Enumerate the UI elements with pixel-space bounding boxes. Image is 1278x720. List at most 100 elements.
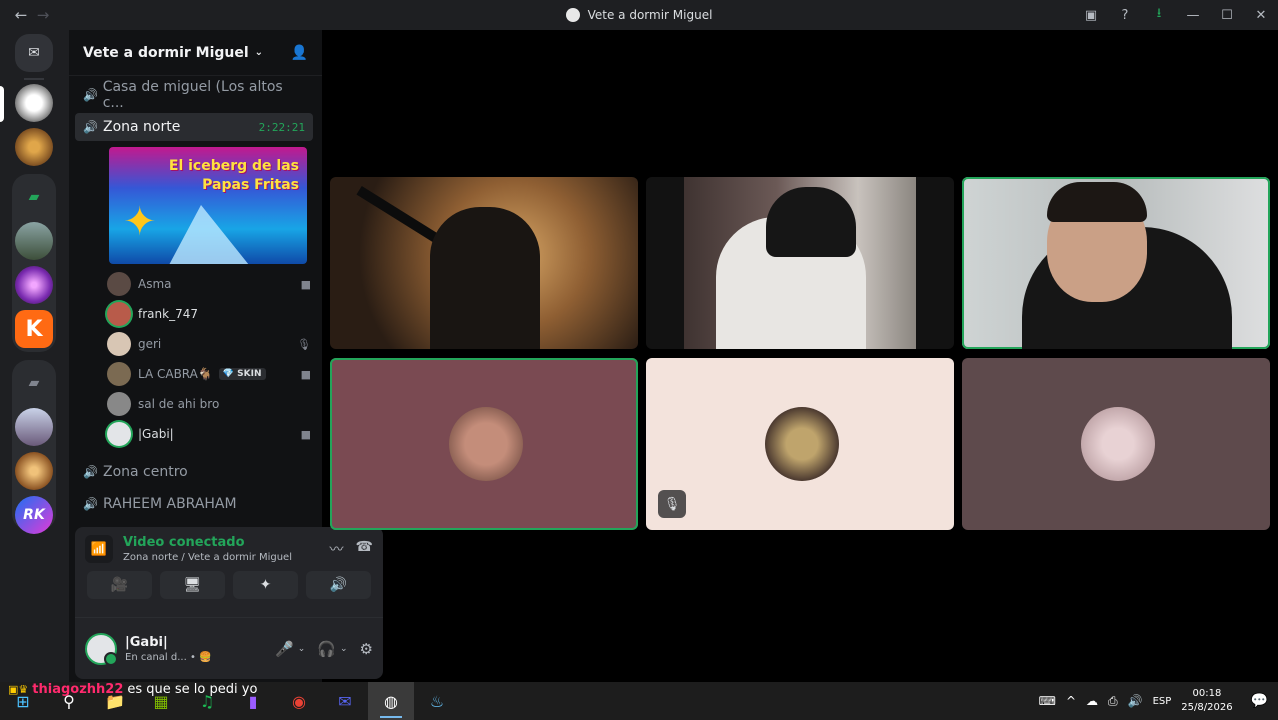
member-name: frank_747	[138, 307, 198, 321]
participant-avatar	[1081, 407, 1155, 481]
participant-video	[430, 207, 540, 349]
chat-message: es que se lo pedi yo	[127, 681, 258, 697]
avatar	[107, 332, 131, 356]
discord-home-icon[interactable]: ✉	[15, 34, 53, 72]
soundboard-button[interactable]: 🔊	[306, 571, 371, 599]
show-hidden-icons-icon[interactable]: ^	[1066, 694, 1076, 708]
video-tile-avatar-1[interactable]	[330, 358, 638, 530]
muted-mic-icon: 🎙	[658, 490, 686, 518]
avatar	[107, 362, 131, 386]
obs-icon[interactable]: ◍	[368, 682, 414, 720]
chevron-down-icon: ⌄	[254, 47, 264, 58]
headset-icon[interactable]: 🎧	[317, 640, 336, 658]
chat-username: thiagozhh22	[32, 681, 124, 697]
server-lion-icon[interactable]	[15, 452, 53, 490]
channel-label: RAHEEM ABRAHAM	[103, 496, 237, 512]
server-orb-icon[interactable]	[15, 266, 53, 304]
channel-label: Zona norte	[103, 119, 181, 135]
camera-button[interactable]: 🎥	[87, 571, 152, 599]
settings-gear-icon[interactable]: ⚙	[360, 640, 373, 658]
avatar	[107, 422, 131, 446]
voice-location[interactable]: Zona norte / Vete a dormir Miguel	[123, 552, 292, 563]
video-icon: ■	[300, 277, 311, 291]
discord-icon[interactable]: ✉	[322, 682, 368, 720]
volume-icon[interactable]: 🔊	[1128, 694, 1143, 708]
clock[interactable]: 00:18 25/8/2026	[1181, 687, 1232, 715]
download-icon[interactable]: ⭳	[1142, 0, 1176, 30]
user-avatar[interactable]	[85, 632, 118, 666]
channel-sidebar: Vete a dormir Miguel ⌄ 👤 🔊 Casa de migue…	[68, 30, 383, 682]
mic-options-chevron-icon[interactable]: ⌄	[298, 644, 306, 654]
user-name[interactable]: |Gabi|	[125, 635, 211, 650]
notifications-icon[interactable]: 💬	[1251, 693, 1268, 709]
folder-grey-icon[interactable]: ▰	[15, 364, 53, 402]
user-status: En canal d... • 🍔	[125, 651, 212, 663]
server-k-icon[interactable]: K	[15, 310, 53, 348]
activity-button[interactable]: ✦	[233, 571, 298, 599]
voice-status[interactable]: Video conectado	[123, 535, 292, 550]
help-icon[interactable]: ?	[1108, 0, 1142, 30]
participant-hair	[1047, 182, 1147, 222]
invite-people-icon[interactable]: 👤	[291, 45, 308, 61]
video-icon: ■	[300, 367, 311, 381]
member-name: Asma	[138, 277, 172, 291]
disconnect-icon[interactable]: ☎	[356, 539, 373, 559]
maximize-button[interactable]: ☐	[1210, 0, 1244, 30]
clock-date: 25/8/2026	[1181, 702, 1233, 713]
screen-share-button[interactable]: 🖥	[160, 571, 225, 599]
minimize-button[interactable]: —	[1176, 0, 1210, 30]
muted-mic-icon: 🎙	[297, 337, 311, 351]
participant-cap	[766, 187, 856, 257]
server-anime-icon[interactable]	[15, 408, 53, 446]
server-rk-icon[interactable]: RK	[15, 496, 53, 534]
member-name: LA CABRA🐐	[138, 367, 213, 381]
server-monkey-icon[interactable]	[15, 128, 53, 166]
back-arrow-icon[interactable]: ←	[10, 6, 32, 24]
onedrive-icon[interactable]: ☁	[1086, 694, 1098, 708]
steam-icon[interactable]: ♨	[414, 682, 460, 720]
window-title-text: Vete a dormir Miguel	[587, 8, 713, 22]
noise-suppression-icon[interactable]: 〰	[330, 539, 344, 559]
inbox-icon[interactable]: ▣	[1074, 0, 1108, 30]
headset-options-chevron-icon[interactable]: ⌄	[340, 644, 348, 654]
forward-arrow-icon[interactable]: →	[32, 6, 54, 24]
member-frank_747[interactable]: frank_747	[107, 300, 311, 328]
member-la-cabra[interactable]: LA CABRA🐐 💎 SKIN ■	[107, 360, 311, 388]
active-indicator	[380, 716, 402, 718]
member-asma[interactable]: Asma ■	[107, 270, 311, 298]
member-geri[interactable]: geri 🎙	[107, 330, 311, 358]
channel-raheem-abraham[interactable]: 🔊 RAHEEM ABRAHAM	[75, 490, 313, 518]
video-tile-avatar-2[interactable]: 🎙	[646, 358, 954, 530]
channel-zona-norte[interactable]: 🔊 Zona norte 2:22:21	[75, 113, 313, 141]
avatar	[107, 272, 131, 296]
call-timer: 2:22:21	[258, 120, 305, 134]
network-icon[interactable]: ⎙	[1108, 694, 1118, 709]
microphone-icon[interactable]: 🎤	[275, 640, 294, 658]
server-rail: ✉ ▰ K ▰ RK	[0, 30, 68, 682]
channel-label: Zona centro	[103, 464, 188, 480]
selected-server-indicator	[0, 86, 4, 122]
avatar	[107, 302, 131, 326]
server-header[interactable]: Vete a dormir Miguel ⌄ 👤	[69, 30, 322, 76]
language-indicator[interactable]: ESP	[1153, 696, 1172, 707]
channel-zona-centro[interactable]: 🔊 Zona centro	[75, 458, 313, 486]
video-tile-camera-3[interactable]	[962, 177, 1270, 349]
member-name: |Gabi|	[138, 427, 174, 441]
video-tile-avatar-3[interactable]	[962, 358, 1270, 530]
server-ghost-icon[interactable]	[15, 84, 53, 122]
discord-window: ← → Vete a dormir Miguel ▣ ? ⭳ — ☐ ✕ ✉ ▰…	[0, 0, 1278, 720]
close-button[interactable]: ✕	[1244, 0, 1278, 30]
member-gabi[interactable]: |Gabi| ■	[107, 420, 311, 448]
video-tile-camera-2[interactable]	[646, 177, 954, 349]
keyboard-icon[interactable]: ⌨	[1039, 694, 1056, 708]
folder-green-icon[interactable]: ▰	[15, 178, 53, 216]
user-panel: |Gabi| En canal d... • 🍔 🎤 ⌄ 🎧 ⌄ ⚙	[75, 617, 383, 679]
chrome-icon[interactable]: ◉	[276, 682, 322, 720]
skin-badge: 💎 SKIN	[218, 368, 266, 380]
channel-casa-de-miguel[interactable]: 🔊 Casa de miguel (Los altos c...	[75, 79, 313, 111]
server-photo-icon[interactable]	[15, 222, 53, 260]
member-sal-de-ahi-bro[interactable]: sal de ahi bro	[107, 390, 311, 418]
video-tile-camera-1[interactable]	[330, 177, 638, 349]
signal-icon[interactable]: 📶	[85, 535, 113, 563]
stream-preview[interactable]: ✦ El iceberg de las Papas Fritas	[109, 147, 307, 264]
